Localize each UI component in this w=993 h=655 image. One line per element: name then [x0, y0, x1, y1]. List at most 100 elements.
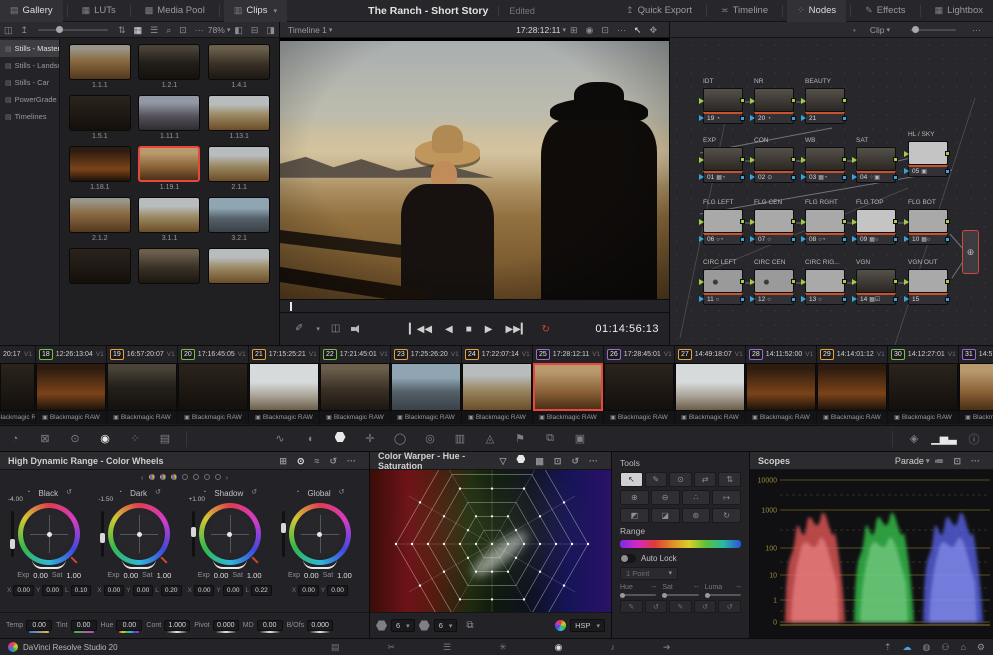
- timeline-clip[interactable]: 1916:57:20:07V1 ▣Blackmagic RAW: [107, 346, 178, 425]
- node-zoom-slider[interactable]: [910, 29, 956, 31]
- grade-node[interactable]: FLG BOT 10▦○: [908, 199, 950, 245]
- wheel-handle[interactable]: [227, 532, 232, 537]
- audio-mute-icon[interactable]: [351, 325, 361, 333]
- pointer-tool-icon[interactable]: ↖: [630, 23, 646, 37]
- action-button-effects[interactable]: ✎Effects: [855, 0, 915, 22]
- wheel-reset-icon[interactable]: ↺: [251, 486, 257, 500]
- gallery-album-item[interactable]: ▤Stills - Landsc...: [0, 57, 59, 74]
- gallery-still[interactable]: 2.1.1: [207, 146, 271, 195]
- wheel-master-slider[interactable]: [11, 511, 14, 557]
- info-icon[interactable]: ⓘ: [959, 431, 989, 447]
- warper-tool-r2-0[interactable]: ⊕: [620, 490, 649, 505]
- color-wheel[interactable]: [289, 503, 351, 565]
- panel-toggle-icon[interactable]: ◫: [0, 23, 17, 37]
- wheel-reset-icon[interactable]: ↺: [66, 486, 72, 500]
- gallery-album-item[interactable]: ▤Stills - Car: [0, 74, 59, 91]
- stills-icon[interactable]: ▤: [150, 432, 180, 445]
- page-fairlight[interactable]: ♪: [607, 642, 620, 653]
- timeline-clip[interactable]: 2814:11:52:00V1 ▣Blackmagic RAW: [746, 346, 817, 425]
- wheel-zone-icon[interactable]: ◔: [295, 486, 299, 500]
- timeline-clip[interactable]: 2317:25:26:20V1 ▣Blackmagic RAW: [391, 346, 462, 425]
- timeline-clip[interactable]: 20:17V1 ▣Blackmagic RAW: [0, 346, 36, 425]
- keyframes-icon[interactable]: ◈: [899, 432, 929, 445]
- hdr-more-icon[interactable]: ···: [342, 454, 361, 468]
- still-grab-icon[interactable]: ◫: [326, 322, 345, 336]
- sat-value[interactable]: 1.00: [247, 571, 262, 580]
- add-zone-icon[interactable]: ⊞: [274, 454, 292, 468]
- grade-node[interactable]: IDT 19◔: [703, 78, 745, 124]
- hue-divisions-select[interactable]: 6▾: [391, 619, 415, 632]
- nav-prev-icon[interactable]: ‹: [141, 473, 144, 482]
- page-deliver[interactable]: ➔: [659, 642, 675, 653]
- exp-value[interactable]: 0.00: [214, 571, 229, 580]
- gallery-still[interactable]: 1.19.1: [138, 146, 202, 195]
- output-node[interactable]: ⊕: [962, 230, 979, 274]
- gallery-album-item[interactable]: ▤Stills - Master: [0, 40, 59, 57]
- warper-tool-r1-2[interactable]: ⊙: [669, 472, 692, 487]
- grade-node[interactable]: SAT 04⁘▣: [856, 137, 898, 183]
- color-mode-select[interactable]: HSP▾: [570, 619, 605, 632]
- hdr-grade-icon[interactable]: ◉: [90, 432, 120, 445]
- gallery-still[interactable]: 1.18.1: [68, 146, 132, 195]
- sat-reset-button[interactable]: ↺: [694, 600, 717, 613]
- hdr-param-value[interactable]: 0.000: [213, 620, 239, 631]
- timeline-clip[interactable]: 1812:26:13:04V1 ▣Blackmagic RAW: [36, 346, 107, 425]
- node-graph[interactable]: ⊕ IDT 19◔ NR 20◔ BEAUTY 21 EXP: [670, 38, 993, 345]
- power-window-icon[interactable]: ◯: [385, 432, 415, 445]
- render-status-icon[interactable]: ⇡: [884, 642, 892, 653]
- timeline-clip[interactable]: 2617:28:45:01V1 ▣Blackmagic RAW: [604, 346, 675, 425]
- wheel-y-value[interactable]: 0.00: [223, 585, 244, 596]
- list-view-icon[interactable]: ☰: [146, 23, 162, 37]
- warper-tool-r1-3[interactable]: ⇄: [694, 472, 717, 487]
- gallery-still[interactable]: 1.2.1: [138, 44, 202, 93]
- link-icon[interactable]: ⧉: [461, 619, 478, 633]
- search-icon[interactable]: ⌕: [162, 23, 175, 37]
- wheel-handle[interactable]: [317, 532, 322, 537]
- nav-next-icon[interactable]: ›: [226, 473, 229, 482]
- grab-still-icon[interactable]: ↥: [17, 23, 33, 37]
- hdr-param-value[interactable]: 0.000: [307, 620, 333, 631]
- hue-slider[interactable]: Hue--: [620, 584, 656, 600]
- sat-rings-select[interactable]: 6▾: [434, 619, 458, 632]
- warper-canvas[interactable]: [370, 470, 611, 612]
- web-icon[interactable]: ◍: [923, 642, 931, 653]
- page-media[interactable]: ▤: [327, 642, 344, 653]
- wheel-zone-icon[interactable]: ◔: [26, 486, 30, 500]
- gallery-still[interactable]: [138, 248, 202, 290]
- warper-hue-sat-icon[interactable]: [511, 454, 530, 468]
- grade-node[interactable]: CIRC RIG... 13○: [805, 259, 847, 305]
- grade-node[interactable]: HL / SKY 05▣: [908, 131, 950, 177]
- action-button-quick-export[interactable]: ↥Quick Export: [616, 0, 702, 22]
- warper-expand-icon[interactable]: ⊡: [549, 454, 567, 468]
- nav-button-media-pool[interactable]: ▩Media Pool: [135, 0, 215, 22]
- nav-button-gallery[interactable]: ▤Gallery: [0, 0, 63, 22]
- home-icon[interactable]: ⌂: [960, 642, 965, 653]
- timeline-clip[interactable]: 2914:14:01:12V1 ▣Blackmagic RAW: [817, 346, 888, 425]
- next-clip-button[interactable]: ▶▶▎: [505, 324, 528, 335]
- grade-node[interactable]: EXP 01▦◔: [703, 137, 745, 183]
- page-fusion[interactable]: ✳: [495, 642, 511, 653]
- wheel-x-value[interactable]: 0.00: [194, 585, 215, 596]
- grade-node[interactable]: FLG CEN 07○: [754, 199, 796, 245]
- warper-tool-r1-1[interactable]: ✎: [645, 472, 668, 487]
- color-picker-icon[interactable]: ✐: [290, 322, 308, 336]
- wheels-mode-icon[interactable]: ⊙: [292, 454, 310, 468]
- wheel-x-value[interactable]: 0.00: [298, 585, 319, 596]
- timeline-clip[interactable]: 2117:15:25:21V1 ▣Blackmagic RAW: [249, 346, 320, 425]
- warper-tool-r3-0[interactable]: ◩: [620, 508, 649, 523]
- sat-value[interactable]: 1.00: [157, 571, 172, 580]
- wheel-x-value[interactable]: 0.00: [13, 585, 34, 596]
- warper-tool-r2-3[interactable]: ↦: [712, 490, 741, 505]
- gallery-still[interactable]: 1.11.1: [138, 95, 202, 144]
- enhanced-viewer-icon[interactable]: ◉: [582, 23, 598, 37]
- qualifier-icon[interactable]: ✛: [355, 432, 385, 445]
- tracker-window-icon[interactable]: ⊙: [60, 432, 90, 445]
- curves-icon[interactable]: ∿: [265, 432, 295, 445]
- gallery-still[interactable]: [68, 248, 132, 290]
- playhead[interactable]: [290, 302, 292, 311]
- gallery-still[interactable]: 2.1.2: [68, 197, 132, 246]
- exp-value[interactable]: 0.00: [33, 571, 48, 580]
- nav-button-luts[interactable]: ▦LUTs: [72, 0, 126, 22]
- timeline-clip[interactable]: 2417:22:07:14V1 ▣Blackmagic RAW: [462, 346, 533, 425]
- timeline-selector[interactable]: Timeline 1▾: [288, 25, 332, 35]
